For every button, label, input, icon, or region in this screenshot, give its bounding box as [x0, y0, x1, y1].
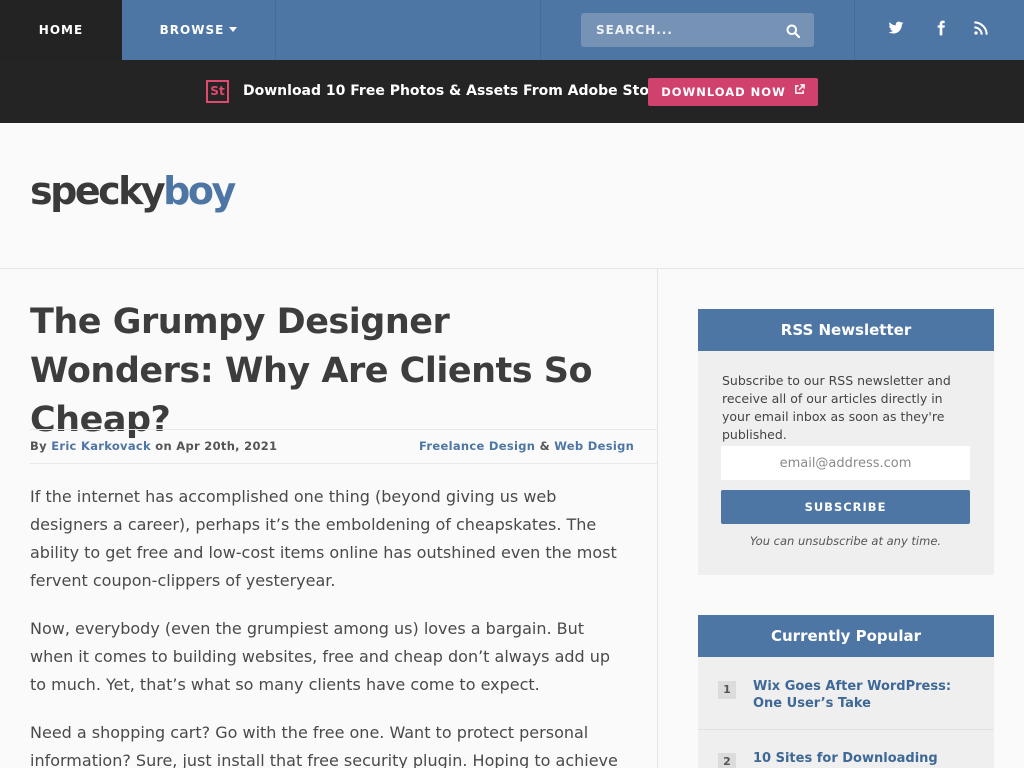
article-paragraph: Now, everybody (even the grumpiest among…: [30, 619, 611, 694]
nav-home-link[interactable]: HOME: [0, 0, 122, 60]
popular-item-number: 2: [718, 753, 736, 768]
download-now-button[interactable]: DOWNLOAD NOW: [648, 78, 818, 106]
promo-bar: St Download 10 Free Photos & Assets From…: [0, 60, 1024, 123]
site-logo[interactable]: speckyboy: [30, 168, 236, 214]
category-separator: &: [539, 439, 550, 453]
popular-item[interactable]: 2 10 Sites for Downloading: [698, 745, 994, 768]
popular-item[interactable]: 1 Wix Goes After WordPress: One User’s T…: [698, 675, 994, 735]
newsletter-heading: RSS Newsletter: [698, 309, 994, 351]
category-link-web-design[interactable]: Web Design: [554, 439, 634, 453]
header-divider: [0, 268, 1024, 269]
author-link[interactable]: Eric Karkovack: [51, 439, 151, 453]
nav-browse-label: BROWSE: [159, 23, 225, 37]
logo-part-specky: specky: [30, 169, 166, 213]
search-input[interactable]: [581, 13, 776, 47]
meta-divider: [30, 429, 657, 430]
twitter-icon[interactable]: [888, 20, 908, 40]
nav-divider: [540, 0, 541, 60]
nav-divider: [854, 0, 855, 60]
top-navigation: HOME BROWSE: [0, 0, 1024, 60]
newsletter-text: Subscribe to our RSS newsletter and rece…: [722, 373, 951, 442]
promo-text: Download 10 Free Photos & Assets From Ad…: [243, 83, 667, 99]
download-now-label: DOWNLOAD NOW: [661, 85, 786, 99]
subscribe-button[interactable]: SUBSCRIBE: [721, 490, 970, 524]
popular-divider: [698, 729, 994, 730]
newsletter-widget: RSS Newsletter Subscribe to our RSS news…: [698, 309, 994, 575]
popular-heading: Currently Popular: [698, 615, 994, 657]
email-field[interactable]: [721, 446, 970, 480]
article-paragraph: If the internet has accomplished one thi…: [30, 487, 617, 590]
meta-date: on Apr 20th, 2021: [155, 439, 278, 453]
column-divider: [657, 269, 658, 768]
popular-widget: Currently Popular 1 Wix Goes After WordP…: [698, 615, 994, 768]
external-link-icon: [794, 77, 805, 105]
search-icon[interactable]: [786, 23, 801, 39]
adobe-stock-logo: St: [206, 80, 229, 103]
nav-browse-menu[interactable]: BROWSE: [122, 0, 276, 60]
popular-item-title[interactable]: 10 Sites for Downloading: [753, 750, 978, 767]
unsubscribe-note: You can unsubscribe at any time.: [749, 534, 942, 548]
caret-down-icon: [229, 27, 238, 32]
facebook-icon[interactable]: [933, 20, 953, 40]
logo-part-boy: boy: [163, 169, 236, 213]
category-link-freelance-design[interactable]: Freelance Design: [419, 439, 535, 453]
popular-item-number: 1: [718, 681, 736, 699]
article-paragraph: Need a shopping cart? Go with the free o…: [30, 723, 618, 768]
rss-icon[interactable]: [973, 20, 993, 40]
article-title: The Grumpy Designer Wonders: Why Are Cli…: [30, 302, 593, 440]
search-box: [581, 13, 814, 47]
meta-divider: [30, 463, 657, 464]
meta-by: By: [30, 439, 47, 453]
article-categories: Freelance Design & Web Design: [419, 439, 634, 453]
article-meta: By Eric Karkovack on Apr 20th, 2021: [30, 439, 277, 453]
popular-item-title[interactable]: Wix Goes After WordPress: One User’s Tak…: [753, 678, 978, 712]
